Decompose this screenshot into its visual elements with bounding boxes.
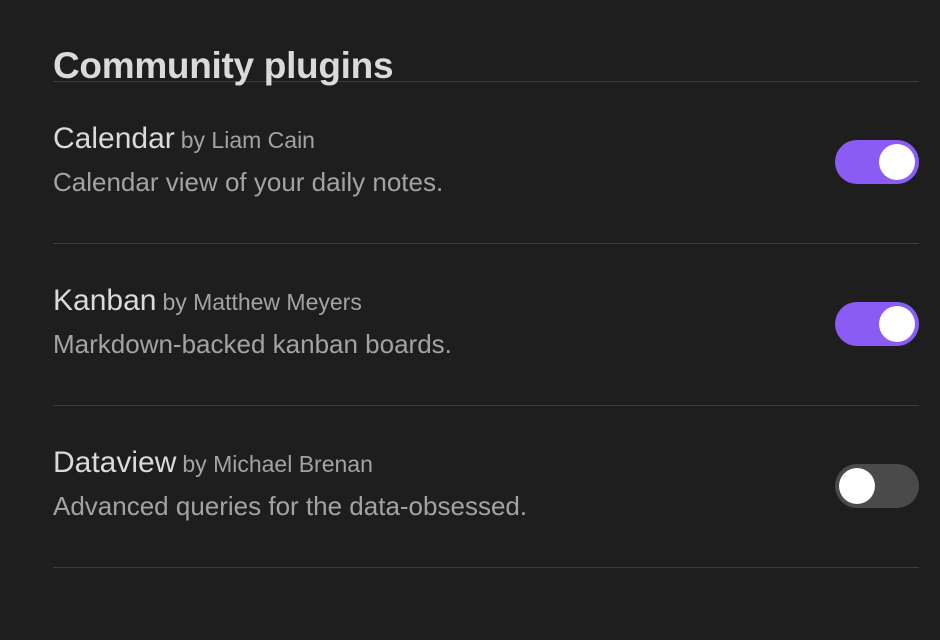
plugin-description: Advanced queries for the data-obsessed. <box>53 491 528 521</box>
plugin-heading: Dataview by Michael Brenan <box>53 446 527 480</box>
plugin-row-kanban: Kanban by Matthew Meyers Markdown-backed … <box>53 244 919 405</box>
plugin-author: by Liam Cain <box>180 127 315 153</box>
divider <box>53 567 919 568</box>
calendar-enable-toggle[interactable] <box>835 140 919 184</box>
plugin-info: Dataview by Michael Brenan Advanced queri… <box>53 446 527 522</box>
plugin-description: Markdown-backed kanban boards. <box>53 329 452 359</box>
toggle-knob <box>839 468 875 504</box>
plugin-row-calendar: Calendar by Liam Cain Calendar view of yo… <box>53 82 919 243</box>
kanban-enable-toggle[interactable] <box>835 302 919 346</box>
plugin-name: Dataview <box>53 446 177 479</box>
plugin-info: Calendar by Liam Cain Calendar view of yo… <box>53 122 443 198</box>
toggle-knob <box>879 306 915 342</box>
plugin-name: Calendar <box>53 122 175 155</box>
toggle-knob <box>879 144 915 180</box>
plugin-name: Kanban <box>53 284 157 317</box>
page-title: Community plugins <box>53 45 394 86</box>
plugin-author: by Matthew Meyers <box>162 289 362 315</box>
plugin-heading: Kanban by Matthew Meyers <box>53 284 452 318</box>
plugin-row-dataview: Dataview by Michael Brenan Advanced queri… <box>53 406 919 567</box>
plugin-info: Kanban by Matthew Meyers Markdown-backed … <box>53 284 452 360</box>
plugin-heading: Calendar by Liam Cain <box>53 122 443 156</box>
dataview-enable-toggle[interactable] <box>835 464 919 508</box>
settings-page: Community plugins Calendar by Liam Cain C… <box>0 0 940 640</box>
plugin-author: by Michael Brenan <box>182 451 373 477</box>
plugin-description: Calendar view of your daily notes. <box>53 167 444 197</box>
